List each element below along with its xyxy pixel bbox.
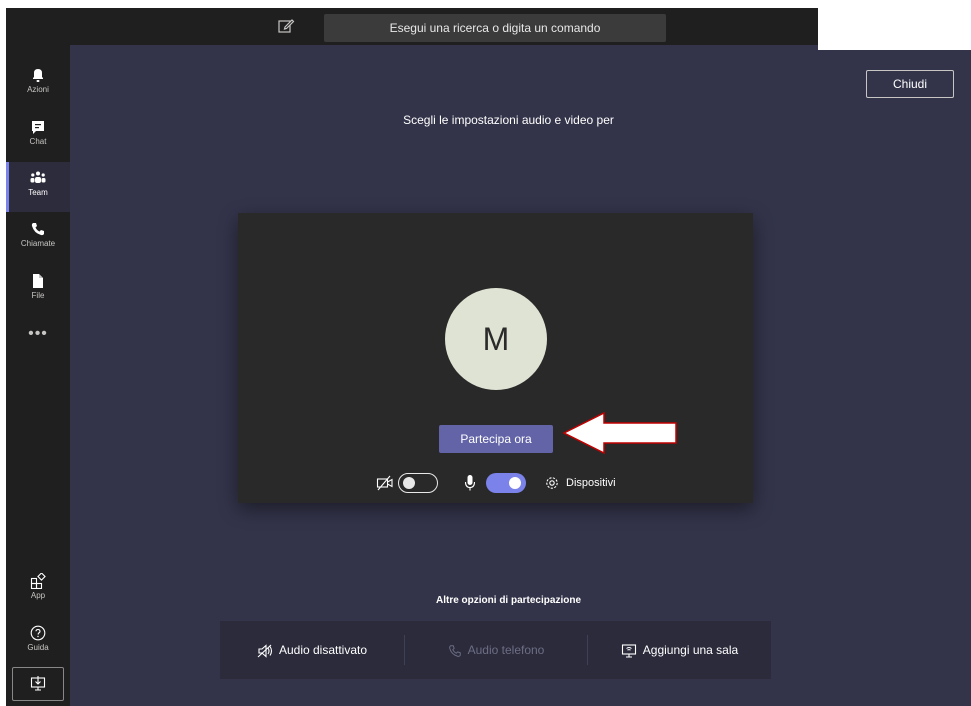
rail-label-chat: Chat (29, 137, 47, 146)
microphone-toggle-knob (509, 477, 521, 489)
rail-label-calls: Chiamate (20, 239, 56, 248)
rail-item-chat[interactable]: Chat (6, 111, 70, 161)
rail-item-teams[interactable]: Team (6, 162, 70, 212)
camera-off-icon (376, 475, 393, 491)
teams-icon (30, 171, 46, 183)
rail-label-apps: App (30, 591, 46, 600)
rail-label-teams: Team (28, 188, 48, 197)
other-options-title: Altre opzioni di partecipazione (435, 595, 581, 606)
apps-icon (30, 573, 46, 589)
rail-label-help: Guida (27, 643, 49, 652)
add-room-option[interactable]: Aggiungi una sala (588, 621, 771, 679)
phone-audio-option[interactable]: Audio telefono (405, 621, 587, 679)
phone-icon (31, 223, 44, 236)
audio-off-label: Audio disattivato (278, 643, 368, 657)
camera-toggle[interactable] (398, 473, 438, 493)
camera-toggle-knob (403, 477, 415, 489)
rail-item-calls[interactable]: Chiamate (6, 213, 70, 263)
avatar: M (445, 288, 547, 390)
audio-off-option[interactable]: Audio disattivato (220, 621, 404, 679)
microphone-icon (464, 475, 476, 491)
join-now-button[interactable]: Partecipa ora (439, 425, 553, 453)
teams-window: Esegui una ricerca o digita un comando A… (6, 8, 971, 706)
phone-icon (448, 645, 461, 657)
compose-icon[interactable] (277, 17, 295, 35)
rail-item-help[interactable]: Guida (6, 617, 70, 667)
rail-item-files[interactable]: File (6, 265, 70, 315)
rail-item-apps[interactable]: App (6, 565, 70, 615)
app-rail: Azioni Chat Team Chiamate File ••• App G… (6, 45, 70, 706)
download-desktop-button[interactable] (12, 667, 64, 701)
annotation-arrow (562, 411, 677, 455)
speaker-off-icon (257, 644, 273, 658)
bell-icon (33, 69, 43, 82)
window-corner (818, 8, 971, 50)
rail-label-activity: Azioni (27, 85, 49, 94)
search-input[interactable]: Esegui una ricerca o digita un comando (324, 14, 666, 42)
help-icon (30, 625, 46, 641)
devices-button[interactable]: Dispositivi (566, 477, 616, 489)
download-icon (30, 676, 46, 691)
phone-audio-label: Audio telefono (467, 643, 545, 657)
rail-label-files: File (31, 291, 45, 300)
microphone-toggle[interactable] (486, 473, 526, 493)
prompt-text: Scegli le impostazioni audio e video per (403, 113, 614, 127)
more-apps-button[interactable]: ••• (6, 325, 70, 343)
add-room-label: Aggiungi una sala (642, 643, 739, 657)
video-preview: M Partecipa ora Dispositivi (238, 213, 753, 503)
gear-icon[interactable] (544, 475, 560, 491)
other-options-bar: Audio disattivato Audio telefono Aggiung… (220, 621, 771, 679)
file-icon (33, 274, 43, 288)
close-button[interactable]: Chiudi (866, 70, 954, 98)
room-display-icon (621, 644, 636, 658)
chat-icon (32, 121, 44, 134)
rail-item-activity[interactable]: Azioni (6, 59, 70, 109)
